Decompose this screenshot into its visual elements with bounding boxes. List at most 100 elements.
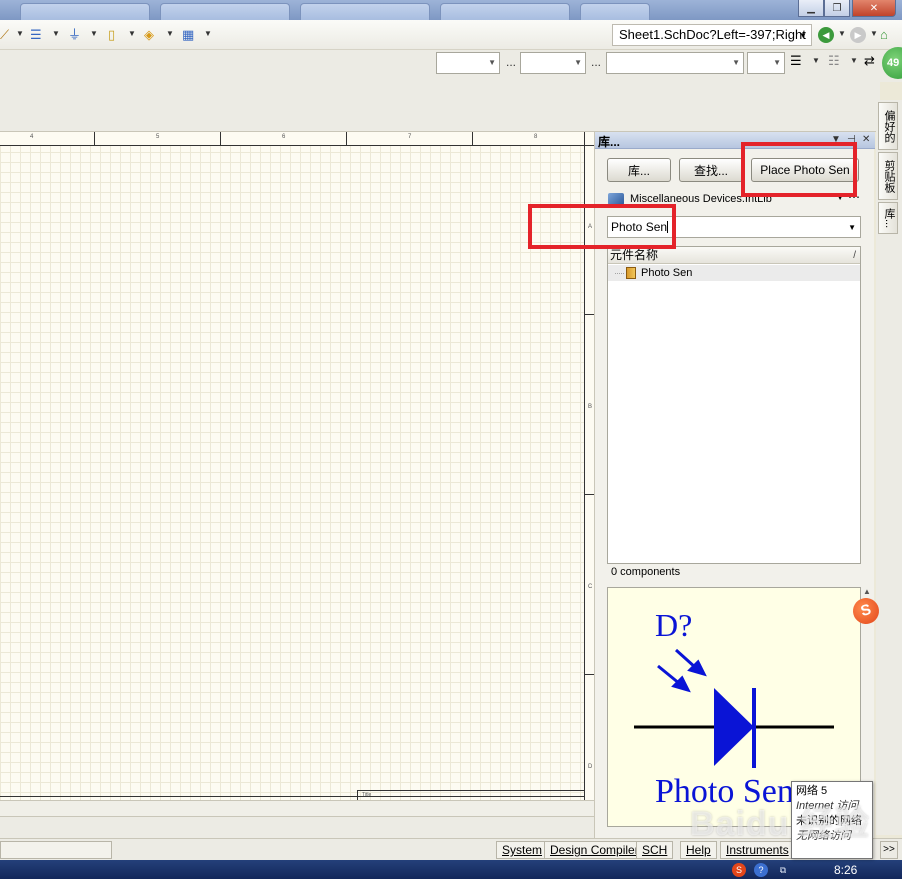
status-cell xyxy=(0,841,112,859)
back-icon[interactable]: ◀ xyxy=(818,27,834,43)
chevron-down-icon[interactable]: ▼ xyxy=(204,29,212,38)
chevron-down-icon[interactable]: ▼ xyxy=(799,31,807,40)
chevron-down-icon[interactable]: ▼ xyxy=(166,29,174,38)
ellipsis-icon[interactable]: ... xyxy=(591,55,601,69)
chevron-down-icon[interactable]: ▼ xyxy=(16,29,24,38)
sort-indicator[interactable]: / xyxy=(853,247,856,264)
status-system[interactable]: System xyxy=(496,841,549,859)
side-tab-label: 剪贴板 xyxy=(883,159,895,193)
ground-icon[interactable]: ⏚ xyxy=(68,27,81,43)
column-number: 5 xyxy=(156,134,160,140)
clock[interactable]: 8:26 xyxy=(834,863,857,877)
status-help[interactable]: Help xyxy=(680,841,717,859)
combo-box[interactable]: ▼ xyxy=(436,52,500,74)
taskbar: S ? ⧉ 8:26 xyxy=(0,860,902,879)
chevron-down-icon[interactable]: ▼ xyxy=(836,193,844,202)
tab[interactable] xyxy=(440,3,570,20)
chevron-down-icon: ▼ xyxy=(488,58,496,67)
component-list[interactable]: 元件名称 / ····· Photo Sen xyxy=(607,246,861,564)
ruler-divider xyxy=(585,494,594,495)
row-letter: B xyxy=(588,404,593,410)
chevron-down-icon[interactable]: ▼ xyxy=(90,29,98,38)
ime-tray-icon[interactable]: S xyxy=(732,863,746,877)
status-design-compiler-label: Design Compiler xyxy=(550,843,639,857)
toolbar-main: ⟋ ▼ ☰ ▼ ⏚ ▼ ▯ ▼ ◈ ▼ ▦ ▼ Sheet1.SchDoc?Le… xyxy=(0,20,902,50)
horizontal-scrollbar[interactable] xyxy=(0,800,594,816)
component-pin-icon[interactable]: ▯ xyxy=(108,27,115,43)
maximize-button[interactable]: ❐ xyxy=(824,0,850,17)
chevron-down-icon: ▼ xyxy=(574,58,582,67)
component-filter-input[interactable]: Photo Sen ▼ xyxy=(607,216,861,238)
combo-box[interactable]: ▼ xyxy=(520,52,586,74)
status-more-label: >> xyxy=(883,844,895,855)
status-instruments[interactable]: Instruments xyxy=(720,841,795,859)
tree-connector: ····· xyxy=(614,268,625,278)
chevron-down-icon[interactable]: ▼ xyxy=(812,56,820,65)
tab[interactable] xyxy=(20,3,150,20)
chevron-down-icon[interactable]: ▼ xyxy=(848,223,856,232)
network-status-popup: 网络 5 Internet 访问 未识别的网络 无网络访问 xyxy=(791,781,873,859)
align-icon[interactable]: ☰ xyxy=(790,53,802,69)
ellipsis-icon[interactable]: ... xyxy=(506,55,516,69)
status-more-button[interactable]: >> xyxy=(880,841,898,859)
wire-tool-icon[interactable]: ⟋ xyxy=(0,27,9,43)
libraries-button-label: 库... xyxy=(627,163,650,178)
forward-icon[interactable]: ▶ xyxy=(850,27,866,43)
column-number: 7 xyxy=(408,134,412,140)
row-letter: A xyxy=(588,224,593,230)
more-icon[interactable]: ⋯ xyxy=(848,190,860,204)
tab-favorites[interactable]: 偏好的 xyxy=(878,102,898,150)
status-system-label: System xyxy=(502,843,543,857)
close-button[interactable]: ✕ xyxy=(852,0,896,17)
component-list-header[interactable]: 元件名称 / xyxy=(608,247,860,264)
help-tray-icon[interactable]: ? xyxy=(754,863,768,877)
chevron-down-icon[interactable]: ▼ xyxy=(52,29,60,38)
sheet-ruler-right: A B C D xyxy=(584,146,594,800)
status-sch[interactable]: SCH xyxy=(636,841,674,859)
component-name: Photo Sen xyxy=(641,267,693,279)
home-icon[interactable]: ⌂ xyxy=(880,27,888,43)
column-number: 6 xyxy=(282,134,286,140)
pin-icon[interactable]: ⊣ xyxy=(847,134,856,145)
chevron-down-icon[interactable]: ▼ xyxy=(870,29,878,38)
library-selector[interactable]: Miscellaneous Devices.IntLib ▼ ⋯ xyxy=(608,190,862,208)
grid-icon[interactable]: ▦ xyxy=(182,27,194,43)
combo-box[interactable]: ▼ xyxy=(747,52,785,74)
tab-libraries[interactable]: 库... xyxy=(878,202,898,234)
schematic-sheet[interactable]: 4 5 6 7 8 A B C D Title xyxy=(0,132,594,800)
diode-triangle xyxy=(714,688,754,766)
status-design-compiler[interactable]: Design Compiler xyxy=(544,841,645,859)
list-item[interactable]: ····· Photo Sen xyxy=(608,265,860,281)
comment-text: Photo Sen xyxy=(655,773,794,810)
tab-clipboard[interactable]: 剪贴板 xyxy=(878,152,898,200)
distribute-icon[interactable]: ☷ xyxy=(828,53,840,69)
search-button[interactable]: 查找... xyxy=(679,158,743,182)
column-number: 4 xyxy=(30,134,34,140)
chevron-down-icon: ▼ xyxy=(773,58,781,67)
combo-box[interactable]: ▼ xyxy=(606,52,744,74)
close-icon[interactable]: ✕ xyxy=(862,134,870,145)
address-field[interactable]: Sheet1.SchDoc?Left=-397;Right ▼ xyxy=(612,24,812,46)
bus-tool-icon[interactable]: ☰ xyxy=(30,27,42,43)
chevron-down-icon: ▼ xyxy=(732,58,740,67)
panel-menu-icon[interactable]: ▼ xyxy=(831,134,841,145)
chevron-down-icon[interactable]: ▼ xyxy=(838,29,846,38)
place-component-button[interactable]: Place Photo Sen xyxy=(751,158,859,182)
schematic-canvas[interactable]: 4 5 6 7 8 A B C D Title xyxy=(0,132,594,800)
tab[interactable] xyxy=(580,3,650,20)
minimize-button[interactable]: ▁ xyxy=(798,0,824,17)
window-tray-icon[interactable]: ⧉ xyxy=(776,863,790,877)
chevron-down-icon[interactable]: ▼ xyxy=(128,29,136,38)
network-unidentified: 未识别的网络 xyxy=(796,815,862,827)
port-icon[interactable]: ◈ xyxy=(144,27,154,43)
library-name: Miscellaneous Devices.IntLib xyxy=(630,193,772,205)
chevron-down-icon[interactable]: ▼ xyxy=(850,56,858,65)
swap-icon[interactable]: ⇄ xyxy=(864,53,875,69)
filter-text: Photo Sen xyxy=(611,220,668,234)
library-panel-header[interactable]: 库... ▼ ⊣ ✕ xyxy=(595,132,875,149)
tab[interactable] xyxy=(160,3,290,20)
ruler-divider xyxy=(346,132,347,146)
libraries-button[interactable]: 库... xyxy=(607,158,671,182)
title-block-label: Title xyxy=(362,792,372,798)
tab[interactable] xyxy=(300,3,430,20)
